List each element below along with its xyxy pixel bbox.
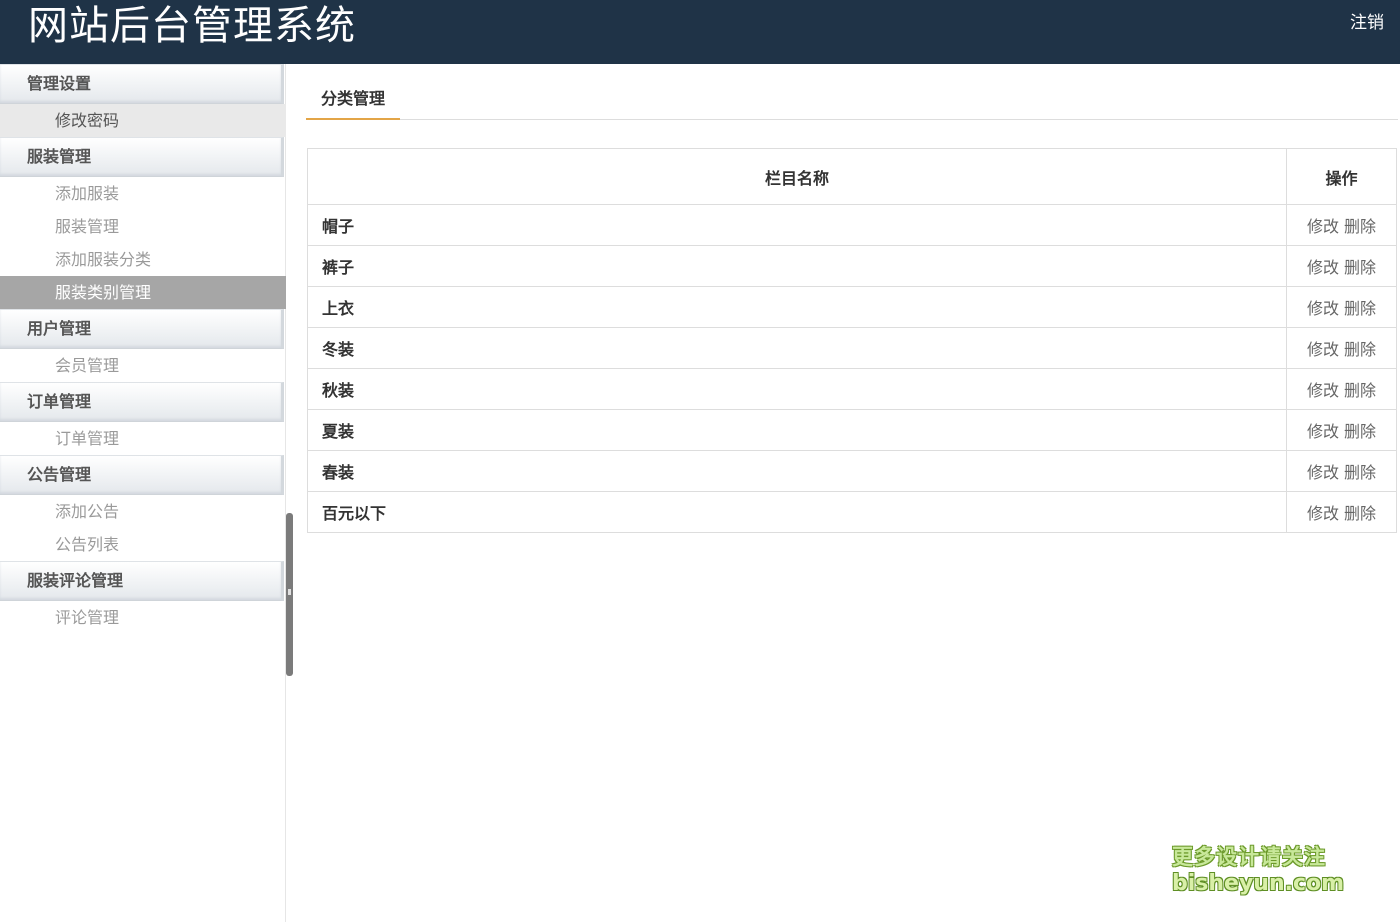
- watermark: 更多设计请关注 bisheyun.com: [1172, 844, 1345, 898]
- sidebar-item-notice-list[interactable]: 公告列表: [0, 528, 286, 561]
- edit-link[interactable]: 修改: [1307, 381, 1339, 400]
- table-row: 裤子 修改 删除: [307, 245, 1397, 287]
- delete-link[interactable]: 删除: [1344, 258, 1376, 277]
- tab-bar: 分类管理: [306, 84, 1398, 120]
- table-row: 百元以下 修改 删除: [307, 491, 1397, 533]
- delete-link[interactable]: 删除: [1344, 504, 1376, 523]
- tab-category-manage[interactable]: 分类管理: [306, 84, 400, 120]
- category-name: 秋装: [307, 368, 1287, 410]
- app-title: 网站后台管理系统: [28, 3, 356, 49]
- table-row: 帽子 修改 删除: [307, 204, 1397, 246]
- category-name: 冬装: [307, 327, 1287, 369]
- sidebar-group-orders[interactable]: 订单管理: [0, 382, 284, 422]
- edit-link[interactable]: 修改: [1307, 463, 1339, 482]
- row-actions: 修改 删除: [1286, 368, 1397, 410]
- category-name: 帽子: [307, 204, 1287, 246]
- table-row: 冬装 修改 删除: [307, 327, 1397, 369]
- edit-link[interactable]: 修改: [1307, 258, 1339, 277]
- table-row: 夏装 修改 删除: [307, 409, 1397, 451]
- edit-link[interactable]: 修改: [1307, 422, 1339, 441]
- sidebar-item-comments[interactable]: 评论管理: [0, 601, 286, 634]
- sidebar-item-add-clothing[interactable]: 添加服装: [0, 177, 286, 210]
- scrollbar-grip: [288, 589, 291, 595]
- row-actions: 修改 删除: [1286, 491, 1397, 533]
- delete-link[interactable]: 删除: [1344, 463, 1376, 482]
- sidebar: 管理设置 修改密码 服装管理 添加服装 服装管理 添加服装分类 服装类别管理 用…: [0, 64, 286, 922]
- row-actions: 修改 删除: [1286, 450, 1397, 492]
- category-name: 春装: [307, 450, 1287, 492]
- table-row: 上衣 修改 删除: [307, 286, 1397, 328]
- row-actions: 修改 删除: [1286, 204, 1397, 246]
- category-table: 栏目名称 操作 帽子 修改 删除 裤子 修改 删除 上衣 修改 删除 冬装 修改…: [307, 148, 1397, 533]
- category-name: 裤子: [307, 245, 1287, 287]
- edit-link[interactable]: 修改: [1307, 340, 1339, 359]
- sidebar-group-users[interactable]: 用户管理: [0, 309, 284, 349]
- edit-link[interactable]: 修改: [1307, 299, 1339, 318]
- table-row: 春装 修改 删除: [307, 450, 1397, 492]
- table-row: 秋装 修改 删除: [307, 368, 1397, 410]
- sidebar-item-add-notice[interactable]: 添加公告: [0, 495, 286, 528]
- category-name: 上衣: [307, 286, 1287, 328]
- edit-link[interactable]: 修改: [1307, 217, 1339, 236]
- sidebar-item-orders[interactable]: 订单管理: [0, 422, 286, 455]
- row-actions: 修改 删除: [1286, 409, 1397, 451]
- sidebar-item-category-manage[interactable]: 服装类别管理: [0, 276, 286, 309]
- row-actions: 修改 删除: [1286, 327, 1397, 369]
- sidebar-scrollbar[interactable]: [286, 513, 293, 676]
- app-header: 网站后台管理系统 注销: [0, 0, 1400, 64]
- sidebar-item-add-category[interactable]: 添加服装分类: [0, 243, 286, 276]
- watermark-line1: 更多设计请关注: [1172, 845, 1326, 869]
- logout-link[interactable]: 注销: [1350, 12, 1384, 34]
- sidebar-group-comments[interactable]: 服装评论管理: [0, 561, 284, 601]
- category-name: 百元以下: [307, 491, 1287, 533]
- sidebar-group-settings[interactable]: 管理设置: [0, 64, 284, 104]
- sidebar-item-clothing-manage[interactable]: 服装管理: [0, 210, 286, 243]
- edit-link[interactable]: 修改: [1307, 504, 1339, 523]
- row-actions: 修改 删除: [1286, 245, 1397, 287]
- sidebar-group-notices[interactable]: 公告管理: [0, 455, 284, 495]
- sidebar-item-members[interactable]: 会员管理: [0, 349, 286, 382]
- delete-link[interactable]: 删除: [1344, 422, 1376, 441]
- delete-link[interactable]: 删除: [1344, 340, 1376, 359]
- row-actions: 修改 删除: [1286, 286, 1397, 328]
- delete-link[interactable]: 删除: [1344, 381, 1376, 400]
- main-content: 分类管理 栏目名称 操作 帽子 修改 删除 裤子 修改 删除 上衣 修改 删除 …: [306, 64, 1398, 922]
- column-header-ops: 操作: [1286, 148, 1397, 205]
- sidebar-item-change-password[interactable]: 修改密码: [0, 104, 286, 137]
- watermark-line2: bisheyun.com: [1172, 871, 1345, 896]
- column-header-name: 栏目名称: [307, 148, 1287, 205]
- delete-link[interactable]: 删除: [1344, 299, 1376, 318]
- delete-link[interactable]: 删除: [1344, 217, 1376, 236]
- table-header-row: 栏目名称 操作: [307, 148, 1397, 205]
- sidebar-group-clothing[interactable]: 服装管理: [0, 137, 284, 177]
- category-name: 夏装: [307, 409, 1287, 451]
